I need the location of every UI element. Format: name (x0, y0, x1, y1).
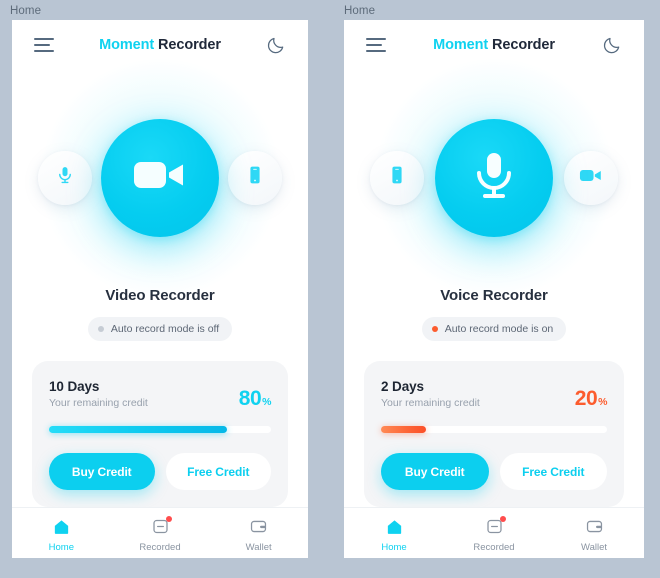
tab-wallet-label: Wallet (580, 541, 608, 553)
microphone-icon (55, 165, 75, 190)
credit-card-video: 10 Days Your remaining credit 80% Buy Cr… (32, 361, 288, 507)
hamburger-menu-icon[interactable] (34, 38, 54, 52)
screen-root: Home Home Moment Recorder Video Recorder… (0, 0, 660, 578)
home-icon (384, 517, 404, 537)
recorder-hero-voice (344, 52, 644, 303)
remaining-credit-label: Your remaining credit (49, 397, 148, 409)
remaining-credit-label: Your remaining credit (381, 397, 480, 409)
video-camera-icon-button[interactable] (564, 150, 618, 205)
app-header-voice: Moment Recorder (344, 20, 644, 70)
phone-panel-voice: Moment Recorder Voice Recorder Auto reco… (344, 20, 644, 558)
tab-recorded[interactable]: Recorded (444, 515, 544, 553)
tab-wallet[interactable]: Wallet (209, 517, 308, 553)
credit-percent-unit: % (598, 396, 607, 408)
tab-home[interactable]: Home (344, 517, 444, 553)
wallet-icon (584, 517, 604, 537)
app-title-video: Moment Recorder (99, 37, 221, 53)
brand-first-word: Moment (99, 37, 155, 53)
brand-second-word: Recorder (158, 37, 221, 53)
breadcrumb-left: Home (10, 5, 42, 17)
auto-record-status-text: Auto record mode is off (110, 323, 220, 335)
buy-credit-button[interactable]: Buy Credit (381, 453, 489, 490)
video-camera-icon (132, 155, 188, 200)
phone-icon-button[interactable] (228, 150, 282, 205)
credit-card-voice: 2 Days Your remaining credit 20% Buy Cre… (364, 361, 624, 507)
credit-progress-track (49, 426, 271, 433)
credit-percent: 80% (238, 387, 272, 410)
microphone-icon-button[interactable] (38, 150, 92, 205)
recorded-badge-dot (166, 515, 172, 522)
credit-progress-track (381, 426, 607, 433)
credit-percent-unit: % (262, 396, 271, 408)
app-title-voice: Moment Recorder (433, 37, 555, 53)
hamburger-menu-icon[interactable] (366, 38, 386, 52)
tab-wallet-label: Wallet (245, 541, 272, 553)
auto-record-status-badge[interactable]: Auto record mode is off (87, 317, 233, 341)
credit-percent-value: 20 (574, 387, 598, 410)
recorder-title-block-voice: Voice Recorder Auto record mode is on (344, 285, 644, 341)
moon-icon[interactable] (602, 35, 622, 55)
phone-icon (387, 165, 407, 190)
credit-percent-value: 80 (238, 387, 262, 410)
status-dot-icon (97, 326, 104, 332)
auto-record-status-text: Auto record mode is on (444, 323, 554, 335)
video-recorder-main-button[interactable] (101, 118, 219, 237)
tab-recorded-label: Recorded (473, 541, 515, 553)
voice-recorder-main-button[interactable] (435, 118, 553, 237)
tab-home-label: Home (381, 541, 407, 553)
home-icon (51, 517, 71, 537)
buy-credit-button[interactable]: Buy Credit (49, 453, 155, 490)
recorded-badge-dot (500, 515, 506, 522)
moon-icon[interactable] (266, 35, 286, 55)
brand-first-word: Moment (433, 37, 489, 53)
recorded-icon (484, 515, 506, 537)
free-credit-button[interactable]: Free Credit (165, 453, 271, 490)
credit-progress-fill (381, 426, 427, 433)
free-credit-button[interactable]: Free Credit (499, 453, 607, 490)
tab-wallet[interactable]: Wallet (544, 517, 644, 553)
tab-recorded-label: Recorded (139, 541, 181, 553)
auto-record-status-badge[interactable]: Auto record mode is on (421, 317, 567, 341)
microphone-icon (471, 149, 517, 206)
wallet-icon (249, 517, 269, 537)
credit-percent: 20% (574, 387, 608, 410)
bottom-navigation-voice: Home Recorded Wallet (344, 507, 644, 558)
brand-second-word: Recorder (492, 37, 555, 53)
tab-recorded[interactable]: Recorded (111, 515, 210, 553)
phone-icon (245, 165, 265, 190)
recorded-icon (150, 515, 172, 537)
tab-home[interactable]: Home (12, 517, 111, 553)
recorder-title-block-video: Video Recorder Auto record mode is off (12, 285, 308, 341)
app-header-video: Moment Recorder (12, 20, 308, 70)
bottom-navigation-video: Home Recorded Wallet (12, 507, 308, 558)
breadcrumb-right: Home (344, 5, 376, 17)
recorder-mode-title: Voice Recorder (440, 287, 548, 304)
recorder-mode-title: Video Recorder (105, 287, 215, 304)
phone-icon-button[interactable] (370, 150, 424, 205)
recorder-hero-video (12, 52, 308, 303)
status-dot-icon (431, 326, 438, 332)
phone-panel-video: Moment Recorder Video Recorder Auto reco… (12, 20, 308, 558)
remaining-days: 2 Days (381, 379, 424, 394)
credit-progress-fill (49, 426, 227, 433)
video-camera-icon (579, 167, 603, 189)
tab-home-label: Home (48, 541, 74, 553)
remaining-days: 10 Days (49, 379, 100, 394)
